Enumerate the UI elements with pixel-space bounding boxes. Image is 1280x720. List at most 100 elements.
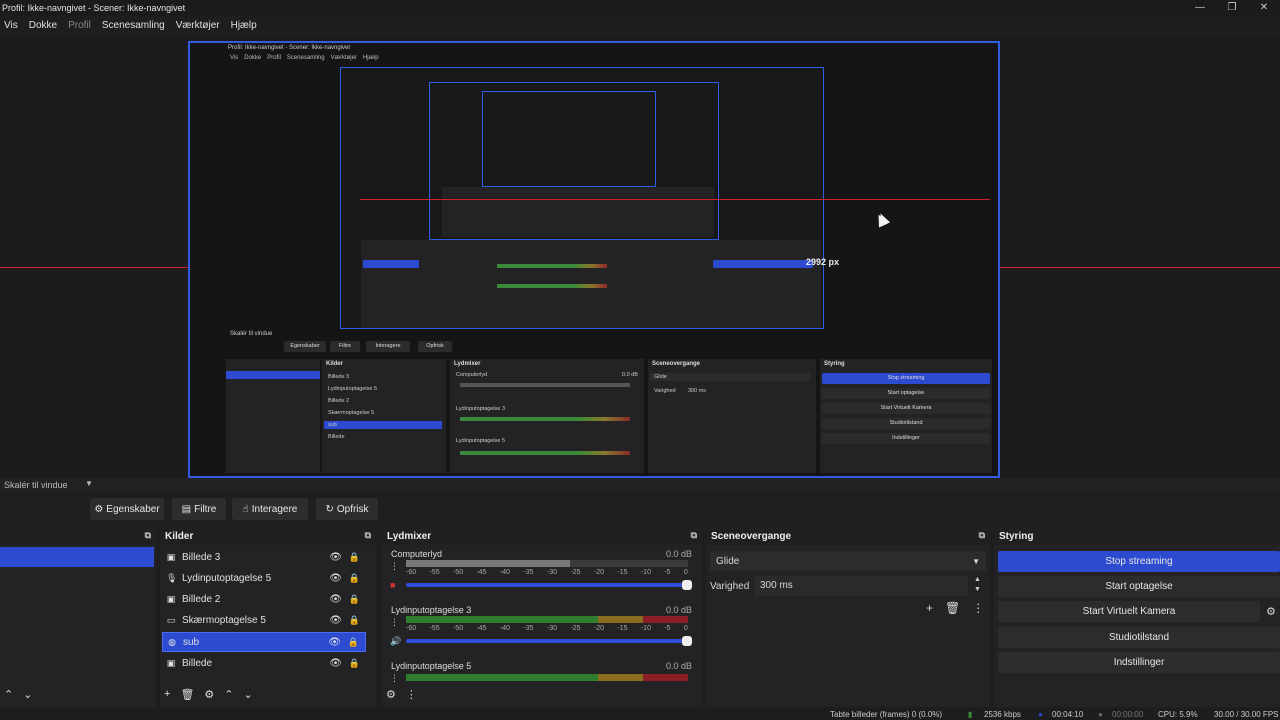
- eye-icon[interactable]: 👁: [329, 573, 342, 584]
- chevron-down-icon[interactable]: ▼: [85, 479, 93, 488]
- undock-icon[interactable]: ⧉: [979, 530, 985, 541]
- filters-button[interactable]: ▤ Filtre: [172, 498, 226, 520]
- mixer-footer: ⚙ ⋮: [386, 688, 417, 701]
- lock-icon[interactable]: 🔒: [349, 594, 360, 605]
- menu-vaerktojer[interactable]: Værktøjer: [176, 20, 220, 31]
- chevron-up-icon[interactable]: ⌃: [4, 688, 13, 701]
- kebab-icon[interactable]: ⋮: [390, 561, 399, 572]
- start-recording-button[interactable]: Start optagelse: [998, 576, 1280, 597]
- controls-dock-header: Styring: [994, 527, 1280, 545]
- add-icon[interactable]: +: [164, 688, 170, 701]
- preview-area[interactable]: Profil: Ikke-navngivet - Scener: Ikke-na…: [0, 36, 1280, 478]
- gear-icon[interactable]: ⚙: [1266, 605, 1276, 618]
- source-item-selected[interactable]: ◍ sub 👁 🔒: [162, 632, 366, 652]
- scale-bar[interactable]: Skalér til vindue ▼: [0, 478, 1280, 492]
- scale-label: Skalér til vindue: [4, 480, 68, 490]
- lock-icon[interactable]: 🔒: [349, 615, 360, 626]
- refresh-button[interactable]: ↻ Opfrisk: [316, 498, 378, 520]
- nested-duration: 300 ms: [688, 388, 707, 394]
- maximize-button[interactable]: ❐: [1216, 0, 1248, 16]
- mic-icon: 🎙: [166, 572, 178, 583]
- scale-tick: -45: [476, 625, 487, 632]
- scale-tick: -30: [546, 569, 558, 576]
- add-icon[interactable]: +: [926, 601, 933, 615]
- scale-tick: -30: [546, 625, 558, 632]
- lock-icon[interactable]: 🔒: [348, 637, 359, 648]
- volume-knob[interactable]: [682, 580, 692, 590]
- scale-tick: -50: [452, 625, 464, 632]
- mixer-channel: Lydinputoptagelse 5 0.0 dB ⋮: [388, 661, 692, 691]
- studio-mode-button[interactable]: Studiotilstand: [998, 627, 1280, 648]
- level-meter: [406, 674, 688, 681]
- properties-button[interactable]: ⚙ Egenskaber: [90, 498, 164, 520]
- source-item[interactable]: ▣ Billede 3 👁 🔒: [162, 547, 366, 567]
- nested-toolbar-btn: Filtre: [330, 341, 360, 352]
- trash-icon[interactable]: 🗑: [180, 688, 194, 701]
- source-item[interactable]: 🎙 Lydinputoptagelse 5 👁 🔒: [162, 568, 366, 588]
- transition-select[interactable]: Glide ▼: [710, 551, 986, 571]
- eye-icon[interactable]: 👁: [329, 615, 342, 626]
- eye-icon[interactable]: 👁: [329, 594, 342, 605]
- undock-icon[interactable]: ⧉: [691, 530, 697, 541]
- source-item[interactable]: ▣ Billede 2 👁 🔒: [162, 589, 366, 609]
- speaker-icon[interactable]: 🔊: [390, 636, 401, 647]
- nested-mixer-head: Lydmixer: [454, 361, 481, 367]
- volume-knob[interactable]: [682, 636, 692, 646]
- source-label: Lydinputoptagelse 5: [182, 572, 272, 584]
- chevron-down-icon[interactable]: ⌄: [244, 688, 253, 701]
- menu-vis[interactable]: Vis: [4, 20, 18, 31]
- menu-dokke[interactable]: Dokke: [29, 20, 57, 31]
- gear-icon[interactable]: ⚙: [204, 688, 214, 701]
- menu-profil[interactable]: Profil: [68, 20, 91, 31]
- undock-icon[interactable]: ⧉: [365, 530, 371, 541]
- source-item[interactable]: ▭ Skærmoptagelse 5 👁 🔒: [162, 610, 366, 630]
- scene-item-selected[interactable]: [0, 547, 154, 567]
- record-time: 00:00:00: [1112, 710, 1144, 719]
- eye-icon[interactable]: 👁: [329, 552, 342, 563]
- close-button[interactable]: ✕: [1248, 0, 1280, 16]
- duration-spinner[interactable]: ▲ ▼: [974, 575, 981, 595]
- preview-source-frame[interactable]: Profil: Ikke-navngivet - Scener: Ikke-na…: [188, 41, 1000, 478]
- eye-icon[interactable]: 👁: [328, 637, 341, 648]
- kebab-icon[interactable]: ⋮: [390, 617, 399, 628]
- muted-speaker-icon[interactable]: ■: [390, 580, 395, 590]
- channel-name: Lydinputoptagelse 5: [391, 661, 472, 671]
- stop-streaming-button[interactable]: Stop streaming: [998, 551, 1280, 572]
- sources-footer: + 🗑 ⚙ ⌃ ⌄: [164, 688, 253, 701]
- nested-mixer-row: Computerlyd: [456, 372, 488, 378]
- lock-icon[interactable]: 🔒: [349, 658, 360, 669]
- level-fill: [406, 674, 688, 681]
- chevron-down-icon[interactable]: ⌄: [23, 688, 32, 701]
- kebab-icon[interactable]: ⋮: [406, 688, 417, 701]
- source-item[interactable]: ▣ Billede 👁 🔒: [162, 653, 366, 673]
- eye-icon[interactable]: 👁: [329, 658, 342, 669]
- scale-tick: -45: [476, 569, 487, 576]
- menu-hjaelp[interactable]: Hjælp: [231, 20, 257, 31]
- minimize-button[interactable]: —: [1184, 0, 1216, 16]
- nested-meter: [497, 284, 607, 288]
- gear-icon[interactable]: ⚙: [386, 688, 396, 701]
- undock-icon[interactable]: ⧉: [145, 530, 151, 541]
- menu-scenesamling[interactable]: Scenesamling: [102, 20, 165, 31]
- settings-button[interactable]: Indstillinger: [998, 652, 1280, 673]
- chevron-up-icon[interactable]: ⌃: [224, 688, 233, 701]
- scale-tick: -20: [593, 569, 604, 576]
- level-meter: [406, 616, 688, 623]
- kebab-icon[interactable]: ⋮: [972, 601, 984, 615]
- kebab-icon[interactable]: ⋮: [390, 673, 399, 684]
- start-virtual-camera-button[interactable]: Start Virtuelt Kamera: [998, 601, 1260, 622]
- transitions-title: Sceneovergange: [711, 530, 792, 542]
- duration-input[interactable]: 300 ms: [754, 576, 968, 596]
- lock-icon[interactable]: 🔒: [349, 552, 360, 563]
- signal-icon: ▮: [968, 710, 973, 719]
- transitions-dock: Sceneovergange ⧉ Glide ▼ Varighed 300 ms…: [706, 527, 990, 707]
- trash-icon[interactable]: 🗑: [945, 601, 960, 615]
- volume-slider[interactable]: [406, 580, 692, 590]
- interact-button[interactable]: ☝ Interagere: [232, 498, 308, 520]
- nested-sources-head: Kilder: [326, 361, 344, 367]
- scale-tick: -5: [664, 625, 671, 632]
- volume-slider[interactable]: [406, 636, 692, 646]
- nested-controls: Styring Stop streaming Start optagelse S…: [820, 359, 992, 473]
- scale-tick: -10: [640, 569, 651, 576]
- lock-icon[interactable]: 🔒: [349, 573, 360, 584]
